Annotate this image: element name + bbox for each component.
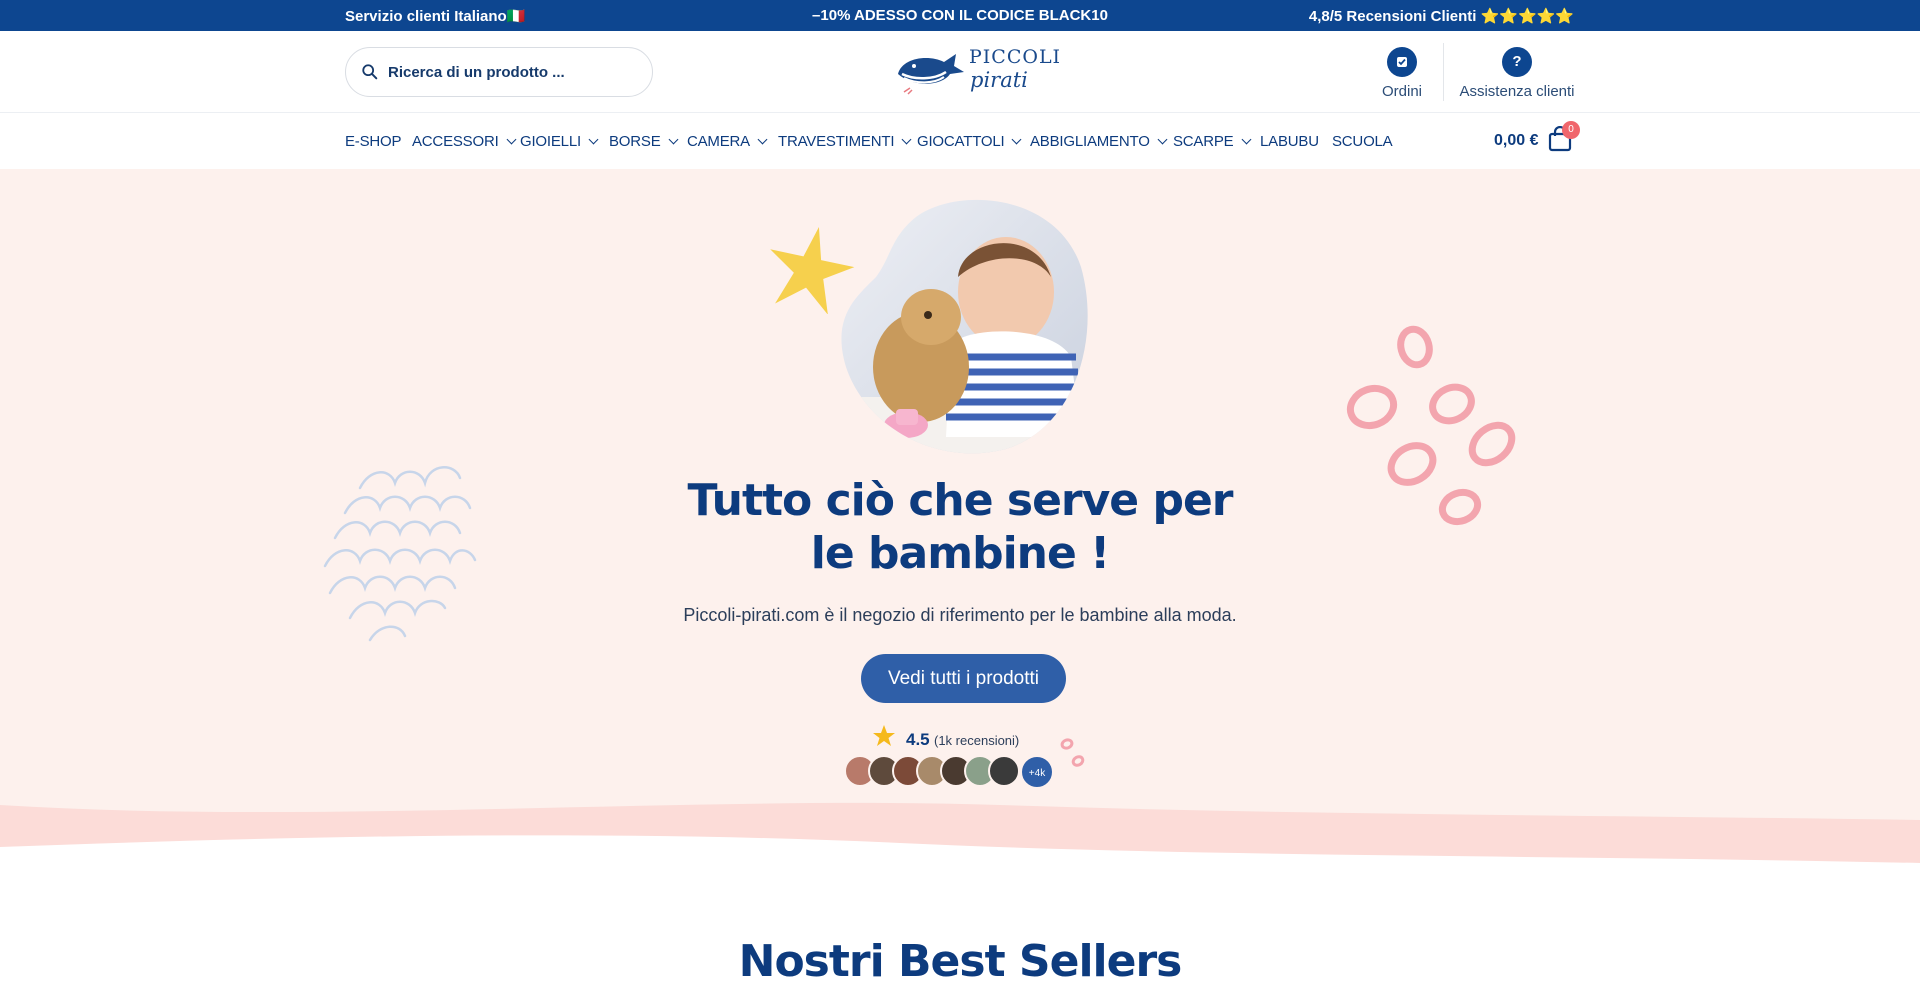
nav-item-scuola[interactable]: SCUOLA [1332, 133, 1393, 150]
chevron-down-icon [668, 134, 678, 145]
hero-subtitle: Piccoli-pirati.com è il negozio di rifer… [683, 605, 1237, 625]
search-input[interactable] [388, 58, 638, 86]
promo-code-text: –10% ADESSO CON IL CODICE BLACK10 [812, 7, 1108, 24]
hero-child-photo [841, 199, 1088, 454]
best-sellers-title: Nostri Best Sellers [738, 936, 1183, 987]
nav-item-scarpe[interactable]: SCARPE [1173, 133, 1251, 150]
help-icon: ? [1502, 47, 1532, 77]
logo-text-top: PICCOLI [969, 46, 1062, 68]
search-icon [362, 64, 378, 80]
orders-label: Ordini [1381, 83, 1422, 100]
rating-value: 4.5 [906, 730, 930, 749]
help-label: Assistenza clienti [1459, 83, 1575, 100]
chevron-down-icon [757, 134, 768, 145]
orders-icon [1387, 47, 1417, 77]
chevron-down-icon [588, 134, 599, 145]
hero-title-line2: le bambine ! [810, 528, 1110, 579]
cart-total[interactable]: 0,00 € [1494, 132, 1538, 150]
nav-item-abbigliamento[interactable]: ABBIGLIAMENTO [1030, 133, 1168, 150]
search-box[interactable] [345, 47, 653, 97]
rating-star-icon [873, 725, 895, 746]
nav-item-camera[interactable]: CAMERA [687, 133, 768, 150]
mini-loops-decoration-icon [1060, 738, 1085, 767]
customer-help-link[interactable]: ? Assistenza clienti [1455, 47, 1579, 100]
view-all-products-button[interactable]: Vedi tutti i prodotti [861, 654, 1066, 703]
more-reviewers-badge: +4k [1020, 755, 1054, 789]
nav-item-travestimenti[interactable]: TRAVESTIMENTI [778, 133, 912, 150]
announcement-bar: Servizio clienti Italiano🇮🇹 –10% ADESSO … [0, 0, 1920, 31]
chevron-down-icon [1012, 134, 1022, 145]
nav-item-accessori[interactable]: ACCESSORI [412, 133, 517, 150]
logo-whale-icon [898, 54, 964, 95]
hero-title-line1: Tutto ciò che serve per [687, 475, 1233, 526]
header-divider [1443, 43, 1444, 101]
main-navigation: E-SHOP ACCESSORI GIOIELLI BORSE CAMERA T… [0, 113, 1920, 169]
nav-item-giocattoli[interactable]: GIOCATTOLI [917, 133, 1022, 150]
site-header: PICCOLI pirati Ordini ? Assistenza clien… [0, 31, 1920, 113]
chevron-down-icon [1157, 134, 1168, 145]
nav-item-gioielli[interactable]: GIOIELLI [520, 133, 599, 150]
avatar [988, 755, 1020, 787]
nav-item-labubu[interactable]: LABUBU [1260, 133, 1319, 150]
chevron-down-icon [506, 134, 517, 145]
logo-text-bottom: pirati [970, 68, 1028, 92]
chevron-down-icon [1241, 134, 1251, 145]
nav-item-eshop[interactable]: E-SHOP [345, 133, 402, 150]
cart-count-badge: 0 [1562, 121, 1580, 139]
hero-wave-divider [0, 802, 1920, 890]
site-logo[interactable]: PICCOLI pirati [894, 44, 1060, 102]
orders-link[interactable]: Ordini [1371, 47, 1433, 100]
reviews-summary-text: 4,8/5 Recensioni Clienti ⭐⭐⭐⭐⭐ [1308, 8, 1574, 25]
chevron-down-icon [901, 134, 912, 145]
rating-count: (1k recensioni) [934, 733, 1020, 748]
nav-item-borse[interactable]: BORSE [609, 133, 678, 150]
hero-title: Tutto ciò che serve per le bambine ! [0, 474, 1920, 580]
